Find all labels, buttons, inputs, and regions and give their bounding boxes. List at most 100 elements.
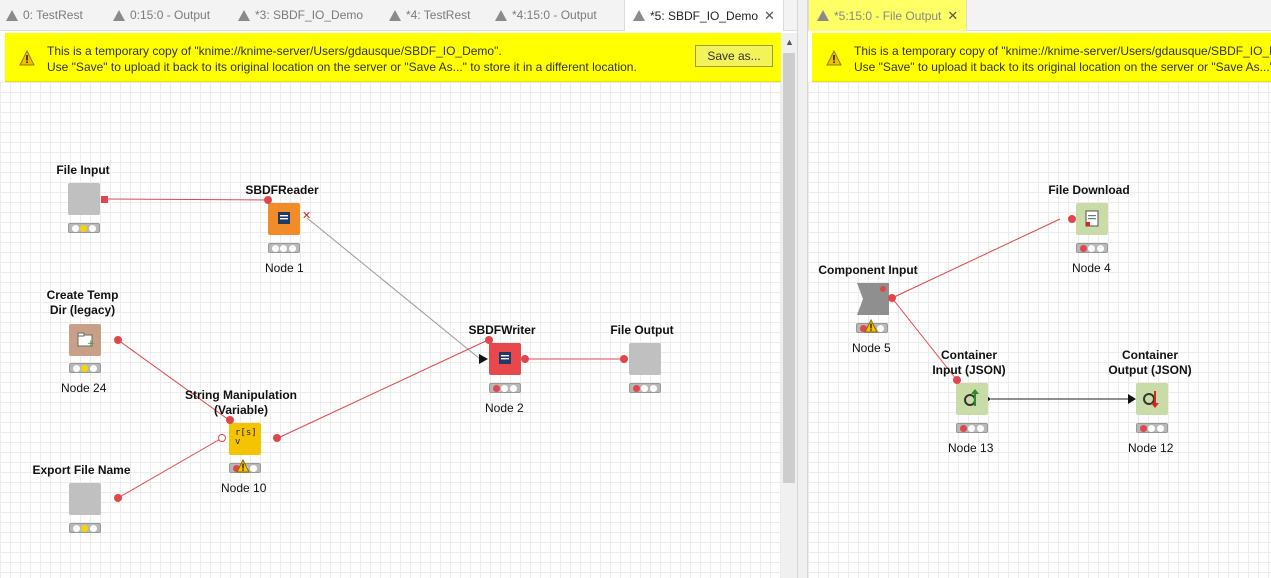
node-title: SBDFReader [245, 183, 319, 197]
workflow-canvas[interactable]: File Input SBDFReader ✕ Node 1 Create Te… [0, 82, 781, 578]
node-status-lights [68, 223, 100, 233]
tab-output-4[interactable]: *4:15:0 - Output [495, 0, 597, 30]
flow-port[interactable] [101, 196, 108, 203]
wire-reader-to-writer[interactable] [306, 217, 481, 360]
workflow-icon [633, 10, 645, 21]
banner-line-2: Use "Save" to upload it back to its orig… [47, 60, 637, 74]
node-title: Export File Name [32, 463, 131, 477]
node-status-lights [956, 423, 988, 433]
tab-testrest-4[interactable]: *4: TestRest [389, 0, 470, 30]
node-status-lights [1136, 423, 1168, 433]
banner-line-2: Use "Save" to upload it back to its orig… [854, 60, 1271, 74]
warning-icon [826, 50, 842, 66]
warning-icon [236, 459, 250, 473]
workflow-icon [113, 9, 125, 21]
warning-icon [864, 319, 878, 333]
sbdf-writer-node[interactable] [489, 343, 521, 375]
node-label[interactable]: Node 12 [1128, 441, 1173, 455]
node-label[interactable]: Node 13 [948, 441, 993, 455]
temporary-copy-banner: This is a temporary copy of "knime://kni… [812, 33, 1271, 82]
node-label[interactable]: Node 1 [265, 261, 304, 275]
scrollbar-thumb[interactable] [783, 53, 795, 483]
node-status-lights [268, 243, 300, 253]
vertical-scrollbar[interactable]: ▲ [781, 33, 797, 578]
output-port[interactable] [521, 355, 529, 363]
node-label[interactable]: Node 4 [1072, 261, 1111, 275]
temporary-copy-banner: This is a temporary copy of "knime://kni… [5, 33, 781, 82]
node-label[interactable]: Node 5 [852, 341, 891, 355]
node-status-lights [489, 383, 521, 393]
close-icon[interactable]: ✕ [947, 8, 958, 24]
component-input-node[interactable] [857, 283, 889, 315]
node-status-lights [1076, 243, 1108, 253]
node-title: Container Output (JSON) [1108, 348, 1192, 377]
wire-component-to-download[interactable] [891, 218, 1061, 299]
close-icon[interactable]: ✕ [764, 8, 775, 24]
container-output-node[interactable] [1136, 383, 1168, 415]
warning-icon [19, 50, 35, 66]
tab-output[interactable]: 0:15:0 - Output [113, 0, 210, 30]
tab-sbdf-io-demo-5[interactable]: *5: SBDF_IO_Demo ✕ [624, 0, 784, 31]
node-label[interactable]: Node 10 [221, 481, 266, 495]
error-x-icon: ✕ [302, 210, 312, 222]
node-label[interactable]: Node 24 [61, 381, 106, 395]
node-label[interactable]: Node 2 [485, 401, 524, 415]
container-input-icon [964, 389, 979, 406]
variable-input-port[interactable] [226, 416, 234, 424]
workflow-icon [6, 9, 18, 21]
tab-sbdf-io-demo-3[interactable]: *3: SBDF_IO_Demo [238, 0, 363, 30]
node-title: File Download [1048, 183, 1130, 197]
file-download-node[interactable] [1076, 203, 1108, 235]
create-temp-dir-node[interactable]: + [69, 324, 101, 356]
container-input-node[interactable] [956, 383, 988, 415]
input-port[interactable] [620, 355, 628, 363]
node-status-lights [69, 363, 101, 373]
container-output-icon [1143, 391, 1159, 408]
banner-message: This is a temporary copy of "knime://kni… [854, 43, 1271, 75]
variable-input-port[interactable] [953, 376, 961, 384]
node-title: Component Input [818, 263, 918, 277]
node-title: String Manipulation (Variable) [185, 388, 297, 417]
svg-text:+: + [87, 339, 95, 349]
document-icon [278, 212, 290, 224]
tab-file-output-5[interactable]: *5:15:0 - File Output ✕ [808, 0, 968, 31]
wire-file-input-to-reader[interactable] [107, 198, 269, 201]
node-title: Container Input (JSON) [932, 348, 1006, 377]
string-manipulation-icon: r[s] v [235, 428, 257, 447]
output-port[interactable] [888, 294, 896, 302]
workflow-icon [817, 10, 829, 21]
variable-input-port[interactable] [485, 336, 493, 344]
banner-message: This is a temporary copy of "knime://kni… [47, 43, 637, 75]
string-manipulation-node[interactable]: r[s] v [229, 423, 261, 455]
file-input-node[interactable] [68, 183, 100, 215]
workflow-icon [495, 9, 507, 21]
node-status-lights [69, 523, 101, 533]
workflow-canvas[interactable]: File Download Node 4 Component Input Nod… [808, 82, 1271, 578]
input-arrow-icon [1128, 394, 1136, 404]
node-title: File Input [56, 163, 110, 177]
wire-string-to-writer[interactable] [277, 339, 489, 439]
banner-line-1: This is a temporary copy of "knime://kni… [47, 44, 502, 58]
input-port[interactable] [264, 196, 272, 204]
folder-icon: + [77, 332, 95, 349]
tab-testrest[interactable]: 0: TestRest [6, 0, 83, 30]
editor-tab-bar: 0: TestRest 0:15:0 - Output *3: SBDF_IO_… [0, 0, 797, 31]
document-icon [499, 352, 511, 364]
scroll-up-icon[interactable]: ▲ [785, 37, 794, 47]
editor-pane-left: 0: TestRest 0:15:0 - Output *3: SBDF_IO_… [0, 0, 797, 578]
node-title: File Output [610, 323, 674, 337]
node-title: Create Temp Dir (legacy) [46, 288, 119, 317]
variable-output-port[interactable] [273, 434, 281, 442]
input-port[interactable] [1068, 215, 1076, 223]
sbdf-reader-node[interactable] [268, 203, 300, 235]
file-output-node[interactable] [629, 343, 661, 375]
export-file-name-node[interactable] [69, 483, 101, 515]
pane-splitter[interactable] [797, 0, 808, 578]
editor-tab-bar: *5:15:0 - File Output ✕ [808, 0, 1271, 31]
workflow-icon [238, 9, 250, 21]
workflow-icon [389, 9, 401, 21]
save-as-button[interactable]: Save as... [695, 45, 773, 67]
optional-input-port[interactable] [218, 434, 226, 442]
variable-port[interactable] [114, 494, 122, 502]
variable-port[interactable] [114, 336, 122, 344]
